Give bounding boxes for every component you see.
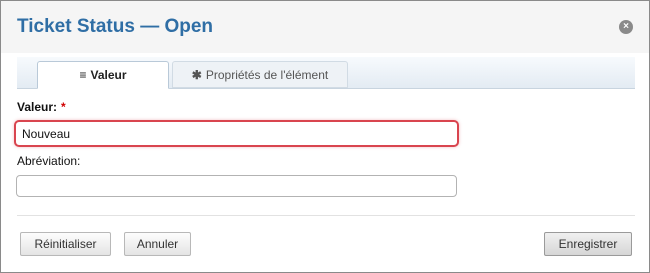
close-circle-icon[interactable]: × <box>619 20 633 34</box>
footer-divider <box>17 215 635 216</box>
close-x-glyph: × <box>623 21 629 32</box>
abreviation-label: Abréviation: <box>17 154 81 168</box>
tab-strip: ≡ Valeur ✱ Propriétés de l'élément <box>17 57 635 89</box>
tab-valeur[interactable]: ≡ Valeur <box>37 61 169 89</box>
reset-button[interactable]: Réinitialiser <box>20 232 111 256</box>
valeur-label: Valeur: * <box>17 100 66 114</box>
required-mark: * <box>61 100 66 114</box>
valeur-input[interactable] <box>14 120 459 147</box>
abreviation-input[interactable] <box>16 175 457 197</box>
cancel-button[interactable]: Annuler <box>124 232 191 256</box>
save-button[interactable]: Enregistrer <box>544 232 632 256</box>
tab-proprietes-label: Propriétés de l'élément <box>205 68 329 82</box>
tab-proprietes[interactable]: ✱ Propriétés de l'élément <box>172 61 348 88</box>
valeur-label-text: Valeur: <box>17 100 58 114</box>
list-icon: ≡ <box>79 68 87 82</box>
dialog-titlebar: Ticket Status — Open × <box>1 1 649 53</box>
dialog-title: Ticket Status — Open <box>17 16 214 37</box>
asterisk-icon: ✱ <box>191 68 202 82</box>
ticket-status-dialog: Ticket Status — Open × ≡ Valeur ✱ Propriét… <box>0 0 650 273</box>
tab-valeur-label: Valeur <box>90 68 127 82</box>
